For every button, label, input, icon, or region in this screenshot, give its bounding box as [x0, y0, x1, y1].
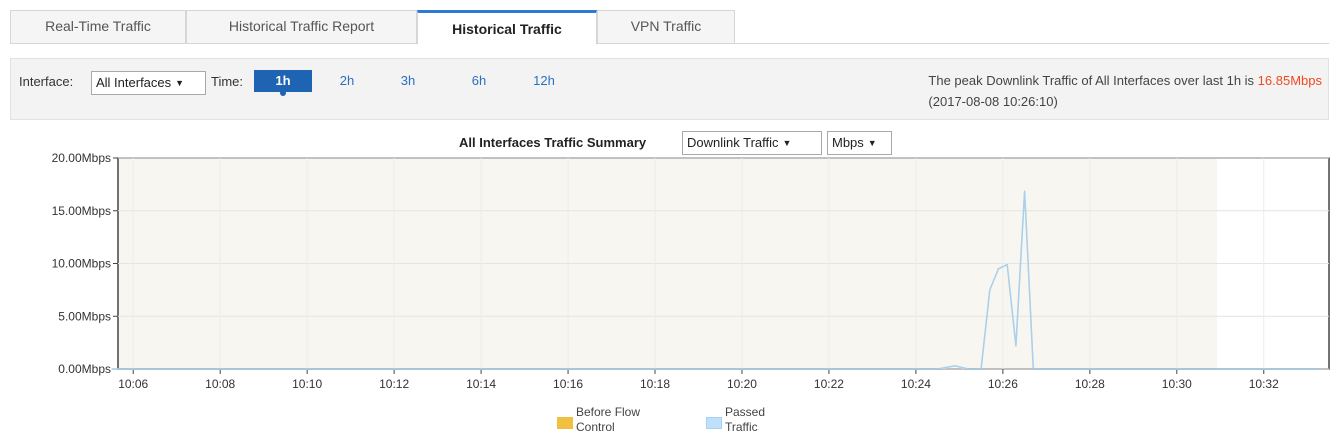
y-tick-label: 10.00Mbps	[52, 257, 111, 271]
traffic-chart: 0.00Mbps 5.00Mbps 10.00Mbps 15.00Mbps 20.00M…	[52, 151, 1330, 391]
y-tick-label: 20.00Mbps	[52, 151, 111, 165]
x-tick-label: 10:20	[727, 377, 757, 391]
x-tick-label: 10:14	[466, 377, 496, 391]
x-tick-label: 10:18	[640, 377, 670, 391]
x-tick-label: 10:30	[1162, 377, 1192, 391]
legend-swatch-before-flow-control	[557, 417, 573, 429]
x-tick-label: 10:16	[553, 377, 583, 391]
legend-before-flow-control[interactable]: Before Flow Control	[557, 405, 640, 435]
x-tick-label: 10:24	[901, 377, 931, 391]
legend-label-passed-traffic: Passed Traffic	[725, 405, 766, 434]
legend-swatch-passed-traffic	[706, 417, 722, 429]
x-tick-label: 10:26	[988, 377, 1018, 391]
x-tick-label: 10:10	[292, 377, 322, 391]
x-tick-label: 10:12	[379, 377, 409, 391]
legend-passed-traffic[interactable]: Passed Traffic	[706, 405, 765, 435]
x-tick-label: 10:06	[118, 377, 148, 391]
y-tick-label: 5.00Mbps	[58, 309, 111, 323]
x-tick-label: 10:32	[1249, 377, 1279, 391]
x-tick-label: 10:28	[1075, 377, 1105, 391]
x-tick-label: 10:22	[814, 377, 844, 391]
y-tick-label: 0.00Mbps	[58, 362, 111, 376]
x-tick-label: 10:08	[205, 377, 235, 391]
y-tick-label: 15.00Mbps	[52, 204, 111, 218]
legend-label-before-flow-control: Before Flow Control	[576, 405, 641, 434]
